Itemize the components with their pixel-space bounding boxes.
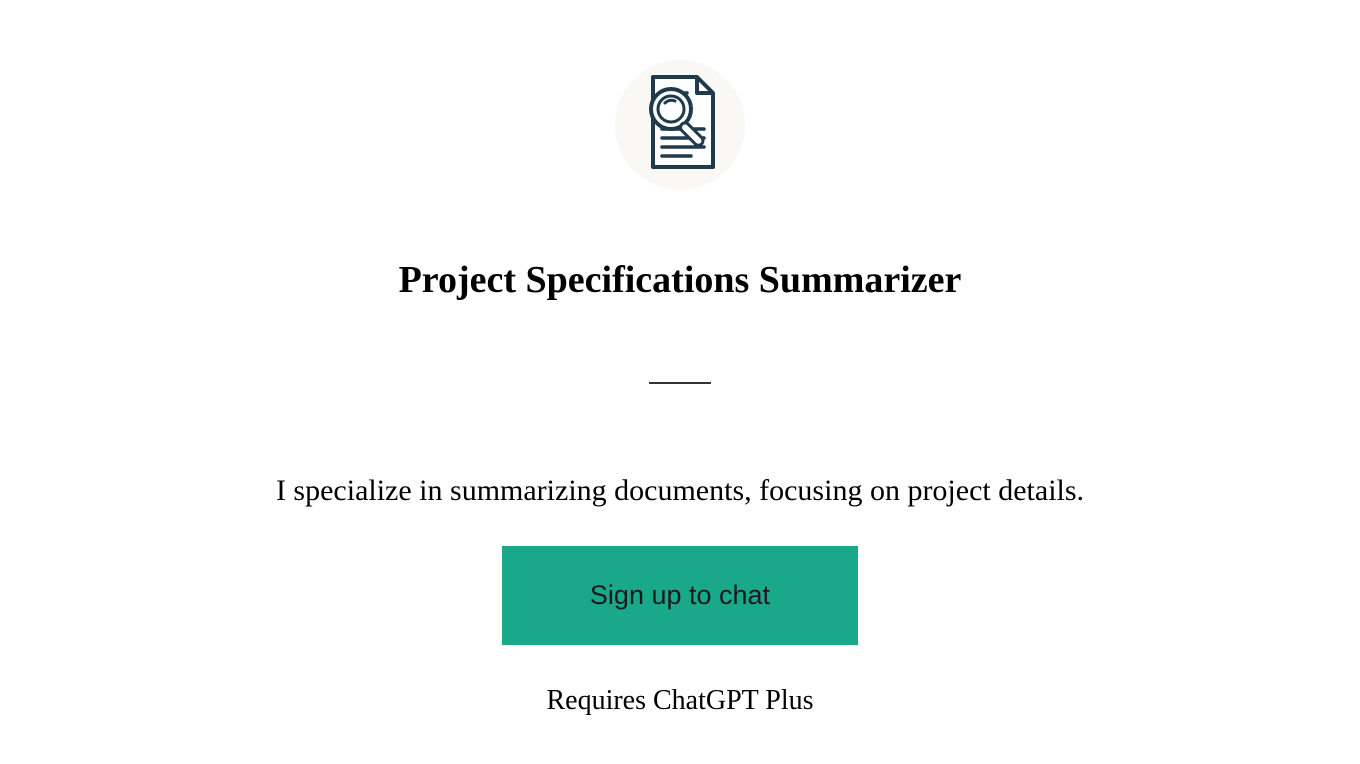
gpt-avatar bbox=[615, 60, 745, 190]
document-magnifier-icon bbox=[635, 73, 725, 178]
signup-button[interactable]: Sign up to chat bbox=[502, 546, 858, 645]
page-title: Project Specifications Summarizer bbox=[399, 258, 962, 302]
gpt-description: I specialize in summarizing documents, f… bbox=[276, 474, 1084, 508]
divider bbox=[649, 382, 711, 384]
requires-plus-note: Requires ChatGPT Plus bbox=[546, 685, 813, 717]
